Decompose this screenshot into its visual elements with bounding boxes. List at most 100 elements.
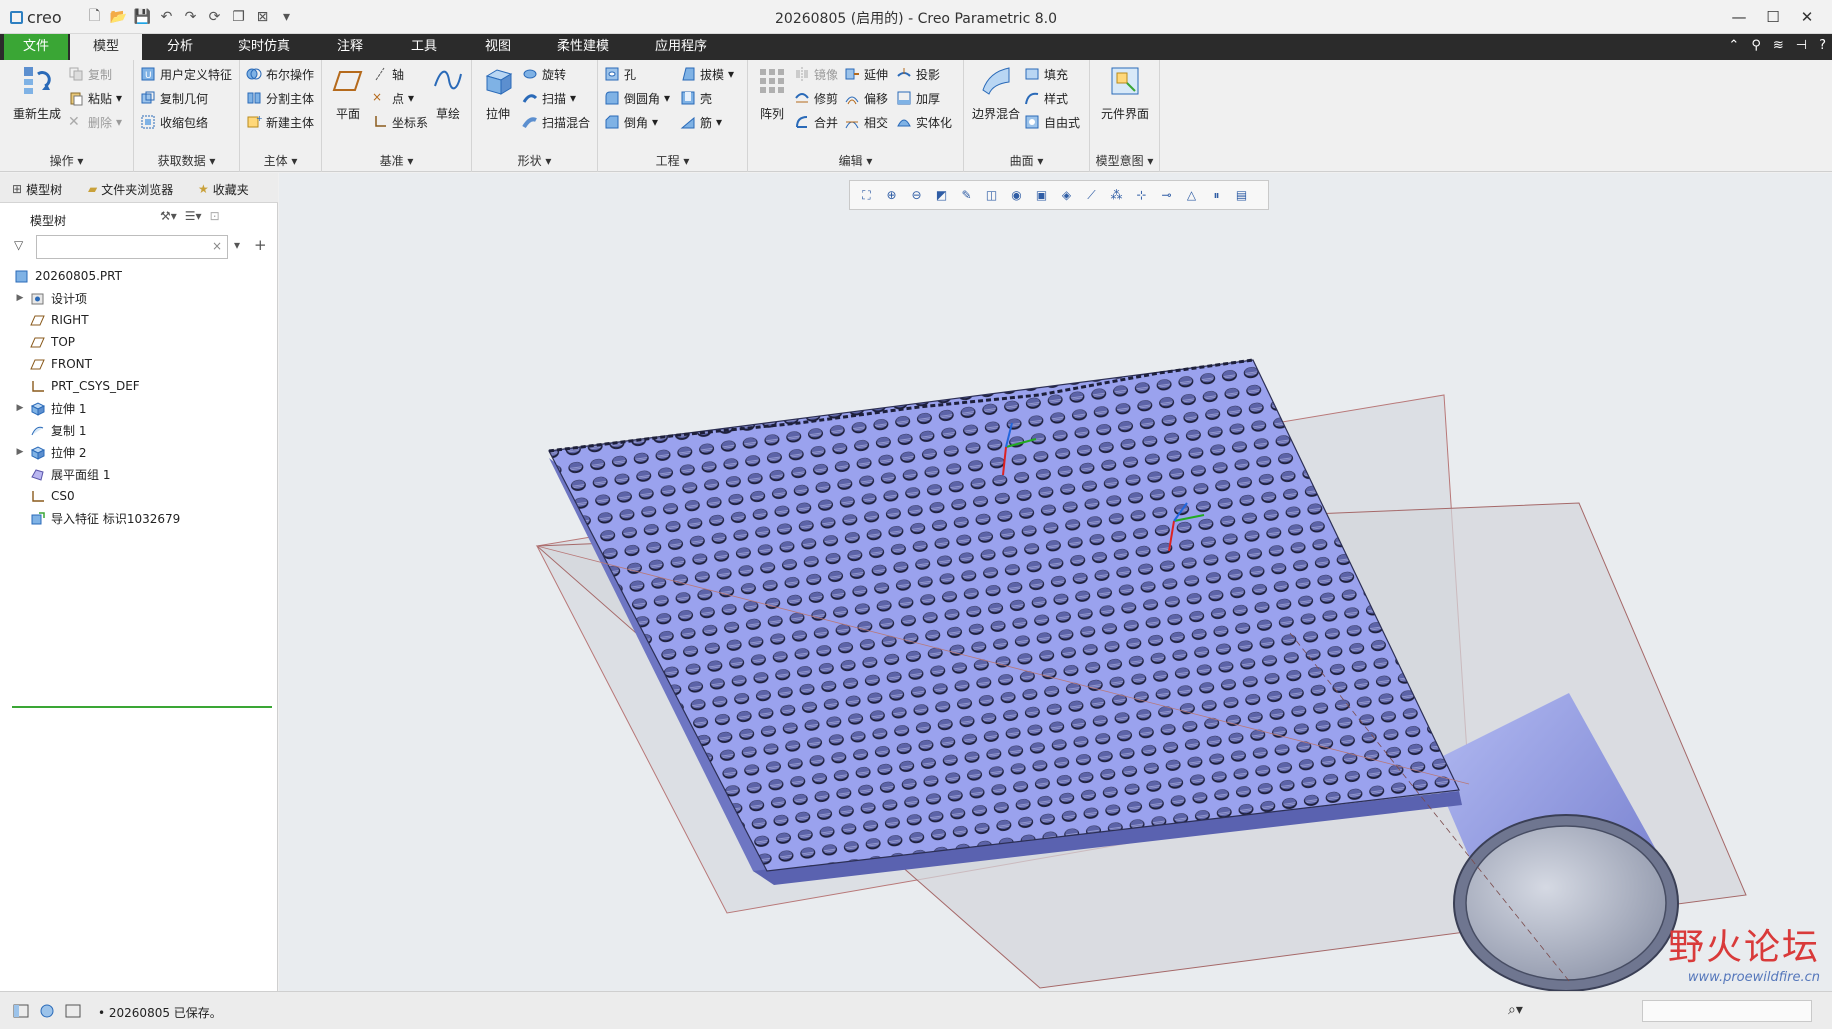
solidify-button[interactable]: 实体化 [896,112,952,132]
tab-applications[interactable]: 应用程序 [636,34,726,60]
rib-button[interactable]: 筋 ▾ [680,112,722,132]
delete-button[interactable]: ✕ 删除 ▾ [68,112,122,132]
display-style-icon[interactable]: ◈ [1056,185,1077,206]
shell-button[interactable]: 壳 [680,88,712,108]
boundary-blend-button[interactable]: 边界混合 [966,64,1026,122]
model-view[interactable] [279,173,1832,991]
simulation-icon[interactable]: △ [1181,185,1202,206]
plane-button[interactable]: 平面 [326,64,370,122]
revolve-button[interactable]: 旋转 [522,64,566,84]
extend-button[interactable]: 延伸 [844,64,888,84]
tab-model-tree[interactable]: ⊞ 模型树 [12,179,62,199]
tree-item[interactable]: ▶ 拉伸 1 [0,397,278,419]
group-label-datum[interactable]: 基准 ▾ [322,152,471,169]
thicken-button[interactable]: 加厚 [896,88,940,108]
tab-file[interactable]: 文件 [4,34,68,60]
tree-item[interactable]: ▶ 设计项 [0,287,278,309]
fullscreen-icon[interactable] [64,1002,82,1020]
hole-button[interactable]: 孔 [604,64,636,84]
tube-inner[interactable] [1465,825,1667,981]
trim-button[interactable]: 修剪 [794,88,838,108]
group-label-editing[interactable]: 编辑 ▾ [748,152,963,169]
project-button[interactable]: 投影 [896,64,940,84]
annotation-display-icon[interactable]: ⁂ [1106,185,1127,206]
pin-icon[interactable]: ⊣ [1796,38,1807,53]
chamfer-button[interactable]: 倒角 ▾ [604,112,658,132]
filter-icon[interactable]: ▽ [14,238,23,252]
tab-flexible-modeling[interactable]: 柔性建模 [540,34,626,60]
csys-button[interactable]: 坐标系 [372,112,428,132]
tree-item[interactable]: FRONT [0,353,278,375]
group-label-surfaces[interactable]: 曲面 ▾ [964,152,1089,169]
csys-display-icon[interactable]: ⊸ [1156,185,1177,206]
refit-icon[interactable]: ⛶ [856,185,877,206]
merge-button[interactable]: 合并 [794,112,838,132]
pause-icon[interactable]: ⏸ [1206,185,1227,206]
point-button[interactable]: × 点 ▾ [372,88,414,108]
group-label-operations[interactable]: 操作 ▾ [0,152,133,169]
new-body-button[interactable]: + 新建主体 [246,112,314,132]
group-label-engineering[interactable]: 工程 ▾ [598,152,747,169]
udf-button[interactable]: U 用户定义特征 [140,64,232,84]
model-tree-search-input[interactable] [36,235,228,259]
tab-view[interactable]: 视图 [466,34,530,60]
copy-button[interactable]: 复制 [68,64,112,84]
model-display-icon[interactable]: ✎ [956,185,977,206]
find-icon[interactable]: ⌕▾ [1508,1002,1523,1018]
freestyle-button[interactable]: 自由式 [1024,112,1080,132]
clear-search-icon[interactable]: × [212,239,222,253]
copy-geometry-button[interactable]: 复制几何 [140,88,208,108]
tab-folder-browser[interactable]: ▰ 文件夹浏览器 [88,179,173,199]
add-column-icon[interactable]: + [254,236,267,254]
tree-item[interactable]: ▶ 拉伸 2 [0,441,278,463]
tree-item[interactable]: 20260805.PRT [0,265,278,287]
help-icon[interactable]: ? [1819,38,1826,53]
sketch-button[interactable]: 草绘 [428,64,468,122]
tab-model[interactable]: 模型 [70,34,142,60]
tree-item[interactable]: CS0 [0,485,278,507]
shrinkwrap-button[interactable]: 收缩包络 [140,112,208,132]
extrude-button[interactable]: 拉伸 [476,64,520,122]
pattern-button[interactable]: 阵列 [752,64,792,122]
datum-display-icon[interactable]: ⟋ [1081,185,1102,206]
search-options-icon[interactable]: ▾ [234,238,240,252]
show-options-icon[interactable]: ☰▾ [185,209,202,223]
expand-arrow-icon[interactable]: ▶ [14,447,26,457]
boolean-button[interactable]: 布尔操作 [246,64,314,84]
fill-button[interactable]: 填充 [1024,64,1068,84]
intersect-button[interactable]: 相交 [844,112,888,132]
tab-simulation[interactable]: 实时仿真 [222,34,306,60]
repaint-icon[interactable]: ◩ [931,185,952,206]
graphics-window[interactable]: ⛶ ⊕ ⊖ ◩ ✎ ◫ ◉ ▣ ◈ ⟋ ⁂ ⊹ ⊸ △ ⏸ ▤ 野火论坛 www… [279,173,1832,991]
draft-button[interactable]: 拔模 ▾ [680,64,734,84]
message-icon[interactable]: ▤ [1231,185,1252,206]
tree-item[interactable]: 导入特征 标识1032679 [0,507,278,529]
toggle-navigator-icon[interactable] [12,1002,30,1020]
tab-favorites[interactable]: ★ 收藏夹 [198,179,249,199]
round-button[interactable]: 倒圆角 ▾ [604,88,670,108]
regenerate-button[interactable]: 重新生成 [8,64,66,122]
tree-item[interactable]: PRT_CSYS_DEF [0,375,278,397]
maximize-icon[interactable]: ☐ [1756,4,1790,30]
mirror-button[interactable]: 镜像 [794,64,838,84]
group-label-body[interactable]: 主体 ▾ [240,152,321,169]
tab-tools[interactable]: 工具 [392,34,456,60]
tab-analysis[interactable]: 分析 [150,34,210,60]
group-label-shapes[interactable]: 形状 ▾ [472,152,597,169]
community-icon[interactable]: ≋ [1773,38,1784,53]
saved-orientations-icon[interactable]: ◫ [981,185,1002,206]
minimize-ribbon-icon[interactable]: ⌃ [1728,38,1739,53]
tree-item[interactable]: TOP [0,331,278,353]
search-icon[interactable]: ⚲ [1751,38,1761,53]
perspective-icon[interactable]: ▣ [1031,185,1052,206]
zoom-out-icon[interactable]: ⊖ [906,185,927,206]
tree-item[interactable]: RIGHT [0,309,278,331]
group-label-get-data[interactable]: 获取数据 ▾ [134,152,239,169]
split-body-button[interactable]: 分割主体 [246,88,314,108]
expand-arrow-icon[interactable]: ▶ [14,293,26,303]
component-interface-button[interactable]: 元件界面 [1094,64,1156,122]
axis-button[interactable]: 轴 [372,64,404,84]
tree-settings-icon[interactable]: ⚒▾ [160,209,177,223]
offset-button[interactable]: 偏移 [844,88,888,108]
tab-annotate[interactable]: 注释 [318,34,382,60]
